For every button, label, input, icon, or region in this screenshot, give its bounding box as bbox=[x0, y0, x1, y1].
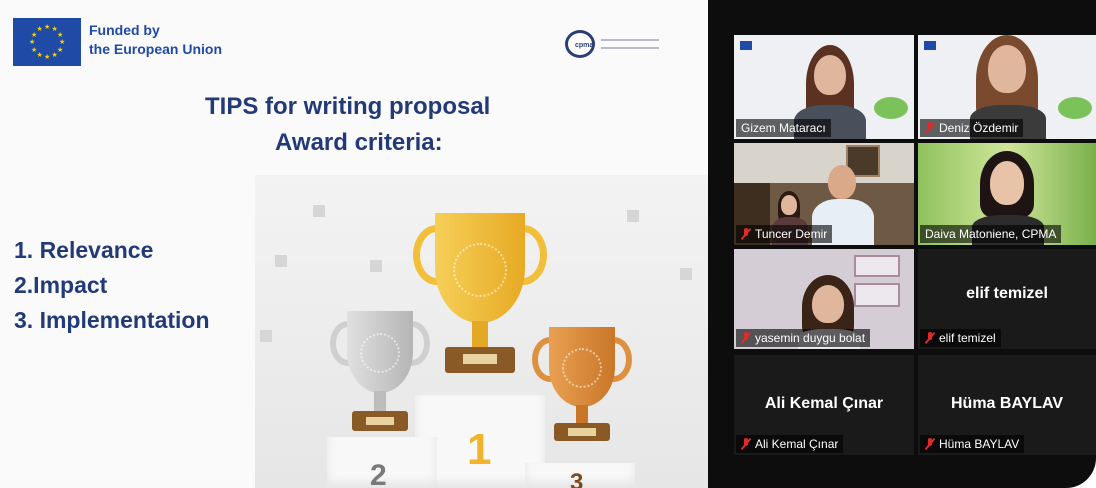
funder-line-2: the European Union bbox=[89, 41, 222, 57]
participant-name-tag: Daiva Matoniene, CPMA bbox=[920, 225, 1062, 243]
mic-off-icon bbox=[740, 437, 752, 451]
funder-label: Funded by the European Union bbox=[89, 21, 222, 59]
award-criteria-list: 1. Relevance 2.Impact 3. Implementation bbox=[14, 233, 210, 338]
participant-name: Deniz Özdemir bbox=[939, 121, 1019, 135]
decor-square bbox=[370, 260, 382, 272]
podium-number-third: 3 bbox=[570, 469, 584, 488]
participant-tile-yasemin[interactable]: yasemin duygu bolat bbox=[734, 249, 914, 349]
participant-tile-elif[interactable]: elif temizel elif temizel bbox=[918, 249, 1096, 349]
podium-number-second: 2 bbox=[370, 459, 387, 488]
slide-title-line-1: TIPS for writing proposal bbox=[205, 93, 491, 120]
bronze-laurel-wreath bbox=[562, 348, 602, 388]
mic-off-icon bbox=[924, 121, 936, 135]
eu-star-icon: ★ bbox=[56, 31, 64, 39]
eu-star-icon: ★ bbox=[59, 39, 66, 46]
gold-laurel-wreath bbox=[453, 243, 507, 297]
eu-star-icon: ★ bbox=[44, 24, 51, 31]
participant-video-grid: Gizem Mataracı Deniz Özdemir Tuncer Demi… bbox=[708, 0, 1096, 488]
partner-logo-mark: cpma bbox=[565, 30, 595, 58]
mic-off-icon bbox=[740, 331, 752, 345]
eu-star-icon: ★ bbox=[36, 26, 43, 33]
gold-trophy-stem bbox=[472, 321, 488, 349]
trophy-podium-illustration: 1 2 3 bbox=[255, 175, 708, 488]
participant-name-tag: Deniz Özdemir bbox=[920, 119, 1024, 137]
silver-laurel-wreath bbox=[360, 333, 400, 373]
podium-number-first: 1 bbox=[467, 425, 492, 474]
eu-star-icon: ★ bbox=[36, 51, 43, 59]
participant-name: elif temizel bbox=[939, 331, 996, 345]
bronze-trophy-stem bbox=[576, 405, 588, 425]
shared-screen-slide: ★ ★ ★ ★ ★ ★ ★ ★ ★ ★ ★ ★ Funded by the European Unio… bbox=[0, 0, 708, 488]
gold-trophy-plate bbox=[463, 354, 497, 364]
decor-square bbox=[260, 330, 272, 342]
participant-name: Gizem Mataracı bbox=[741, 121, 826, 135]
slide-title-line-2: Award criteria: bbox=[275, 129, 443, 156]
participant-name: Hüma BAYLAV bbox=[939, 437, 1020, 451]
eu-flag-icon bbox=[740, 41, 752, 50]
participant-name-tag: yasemin duygu bolat bbox=[736, 329, 871, 347]
decor-square bbox=[680, 268, 692, 280]
decor-square bbox=[275, 255, 287, 267]
eu-star-icon: ★ bbox=[51, 51, 58, 59]
participant-tile-huma[interactable]: Hüma BAYLAV Hüma BAYLAV bbox=[918, 355, 1096, 455]
participant-name: yasemin duygu bolat bbox=[755, 331, 866, 345]
mic-off-icon bbox=[924, 437, 936, 451]
participant-tile-daiva[interactable]: Daiva Matoniene, CPMA bbox=[918, 143, 1096, 245]
podium-step-third: 3 bbox=[525, 463, 635, 488]
participant-display-name: elif temizel bbox=[966, 285, 1048, 302]
eu-flag-icon: ★ ★ ★ ★ ★ ★ ★ ★ ★ ★ ★ ★ bbox=[13, 18, 81, 66]
participant-name: Ali Kemal Çınar bbox=[755, 437, 839, 451]
partner-logo-text: cpma bbox=[575, 42, 594, 49]
participant-tile-deniz[interactable]: Deniz Özdemir bbox=[918, 35, 1096, 139]
decor-square bbox=[627, 210, 639, 222]
participant-name: Daiva Matoniene, CPMA bbox=[925, 227, 1057, 241]
participant-name-tag: elif temizel bbox=[920, 329, 1001, 347]
eu-star-icon: ★ bbox=[31, 46, 38, 54]
silver-trophy-plate bbox=[366, 417, 394, 425]
participant-tile-tuncer[interactable]: Tuncer Demir bbox=[734, 143, 914, 245]
participant-name-tag: Tuncer Demir bbox=[736, 225, 833, 243]
partner-logo-wordmark bbox=[601, 39, 659, 49]
criteria-item-relevance: 1. Relevance bbox=[14, 237, 154, 263]
partner-logo: cpma bbox=[565, 30, 661, 58]
participant-name-tag: Ali Kemal Çınar bbox=[736, 435, 844, 453]
participant-name-tag: Gizem Mataracı bbox=[736, 119, 831, 137]
earth-logo-icon bbox=[874, 97, 908, 119]
earth-logo-icon bbox=[1058, 97, 1092, 119]
bronze-trophy-plate bbox=[568, 428, 596, 436]
participant-tile-gizem[interactable]: Gizem Mataracı bbox=[734, 35, 914, 139]
mic-off-icon bbox=[740, 227, 752, 241]
slide-title: TIPS for writing proposal Award criteria… bbox=[205, 89, 490, 161]
silver-trophy-stem bbox=[374, 391, 386, 413]
eu-star-icon: ★ bbox=[29, 39, 36, 46]
eu-flag-icon bbox=[924, 41, 936, 50]
participant-display-name: Ali Kemal Çınar bbox=[764, 395, 884, 412]
participant-name: Tuncer Demir bbox=[755, 227, 828, 241]
eu-star-icon: ★ bbox=[44, 54, 51, 61]
decor-square bbox=[313, 205, 325, 217]
mic-off-icon bbox=[924, 331, 936, 345]
podium-step-second: 2 bbox=[327, 437, 437, 488]
criteria-item-impact: 2.Impact bbox=[14, 272, 108, 298]
participant-tile-ali-kemal[interactable]: Ali Kemal Çınar Ali Kemal Çınar bbox=[734, 355, 914, 455]
meeting-window: ★ ★ ★ ★ ★ ★ ★ ★ ★ ★ ★ ★ Funded by the European Unio… bbox=[0, 0, 1096, 488]
criteria-item-implementation: 3. Implementation bbox=[14, 307, 210, 333]
participant-display-name: Hüma BAYLAV bbox=[950, 395, 1064, 412]
funder-line-1: Funded by bbox=[89, 22, 160, 38]
participant-name-tag: Hüma BAYLAV bbox=[920, 435, 1025, 453]
